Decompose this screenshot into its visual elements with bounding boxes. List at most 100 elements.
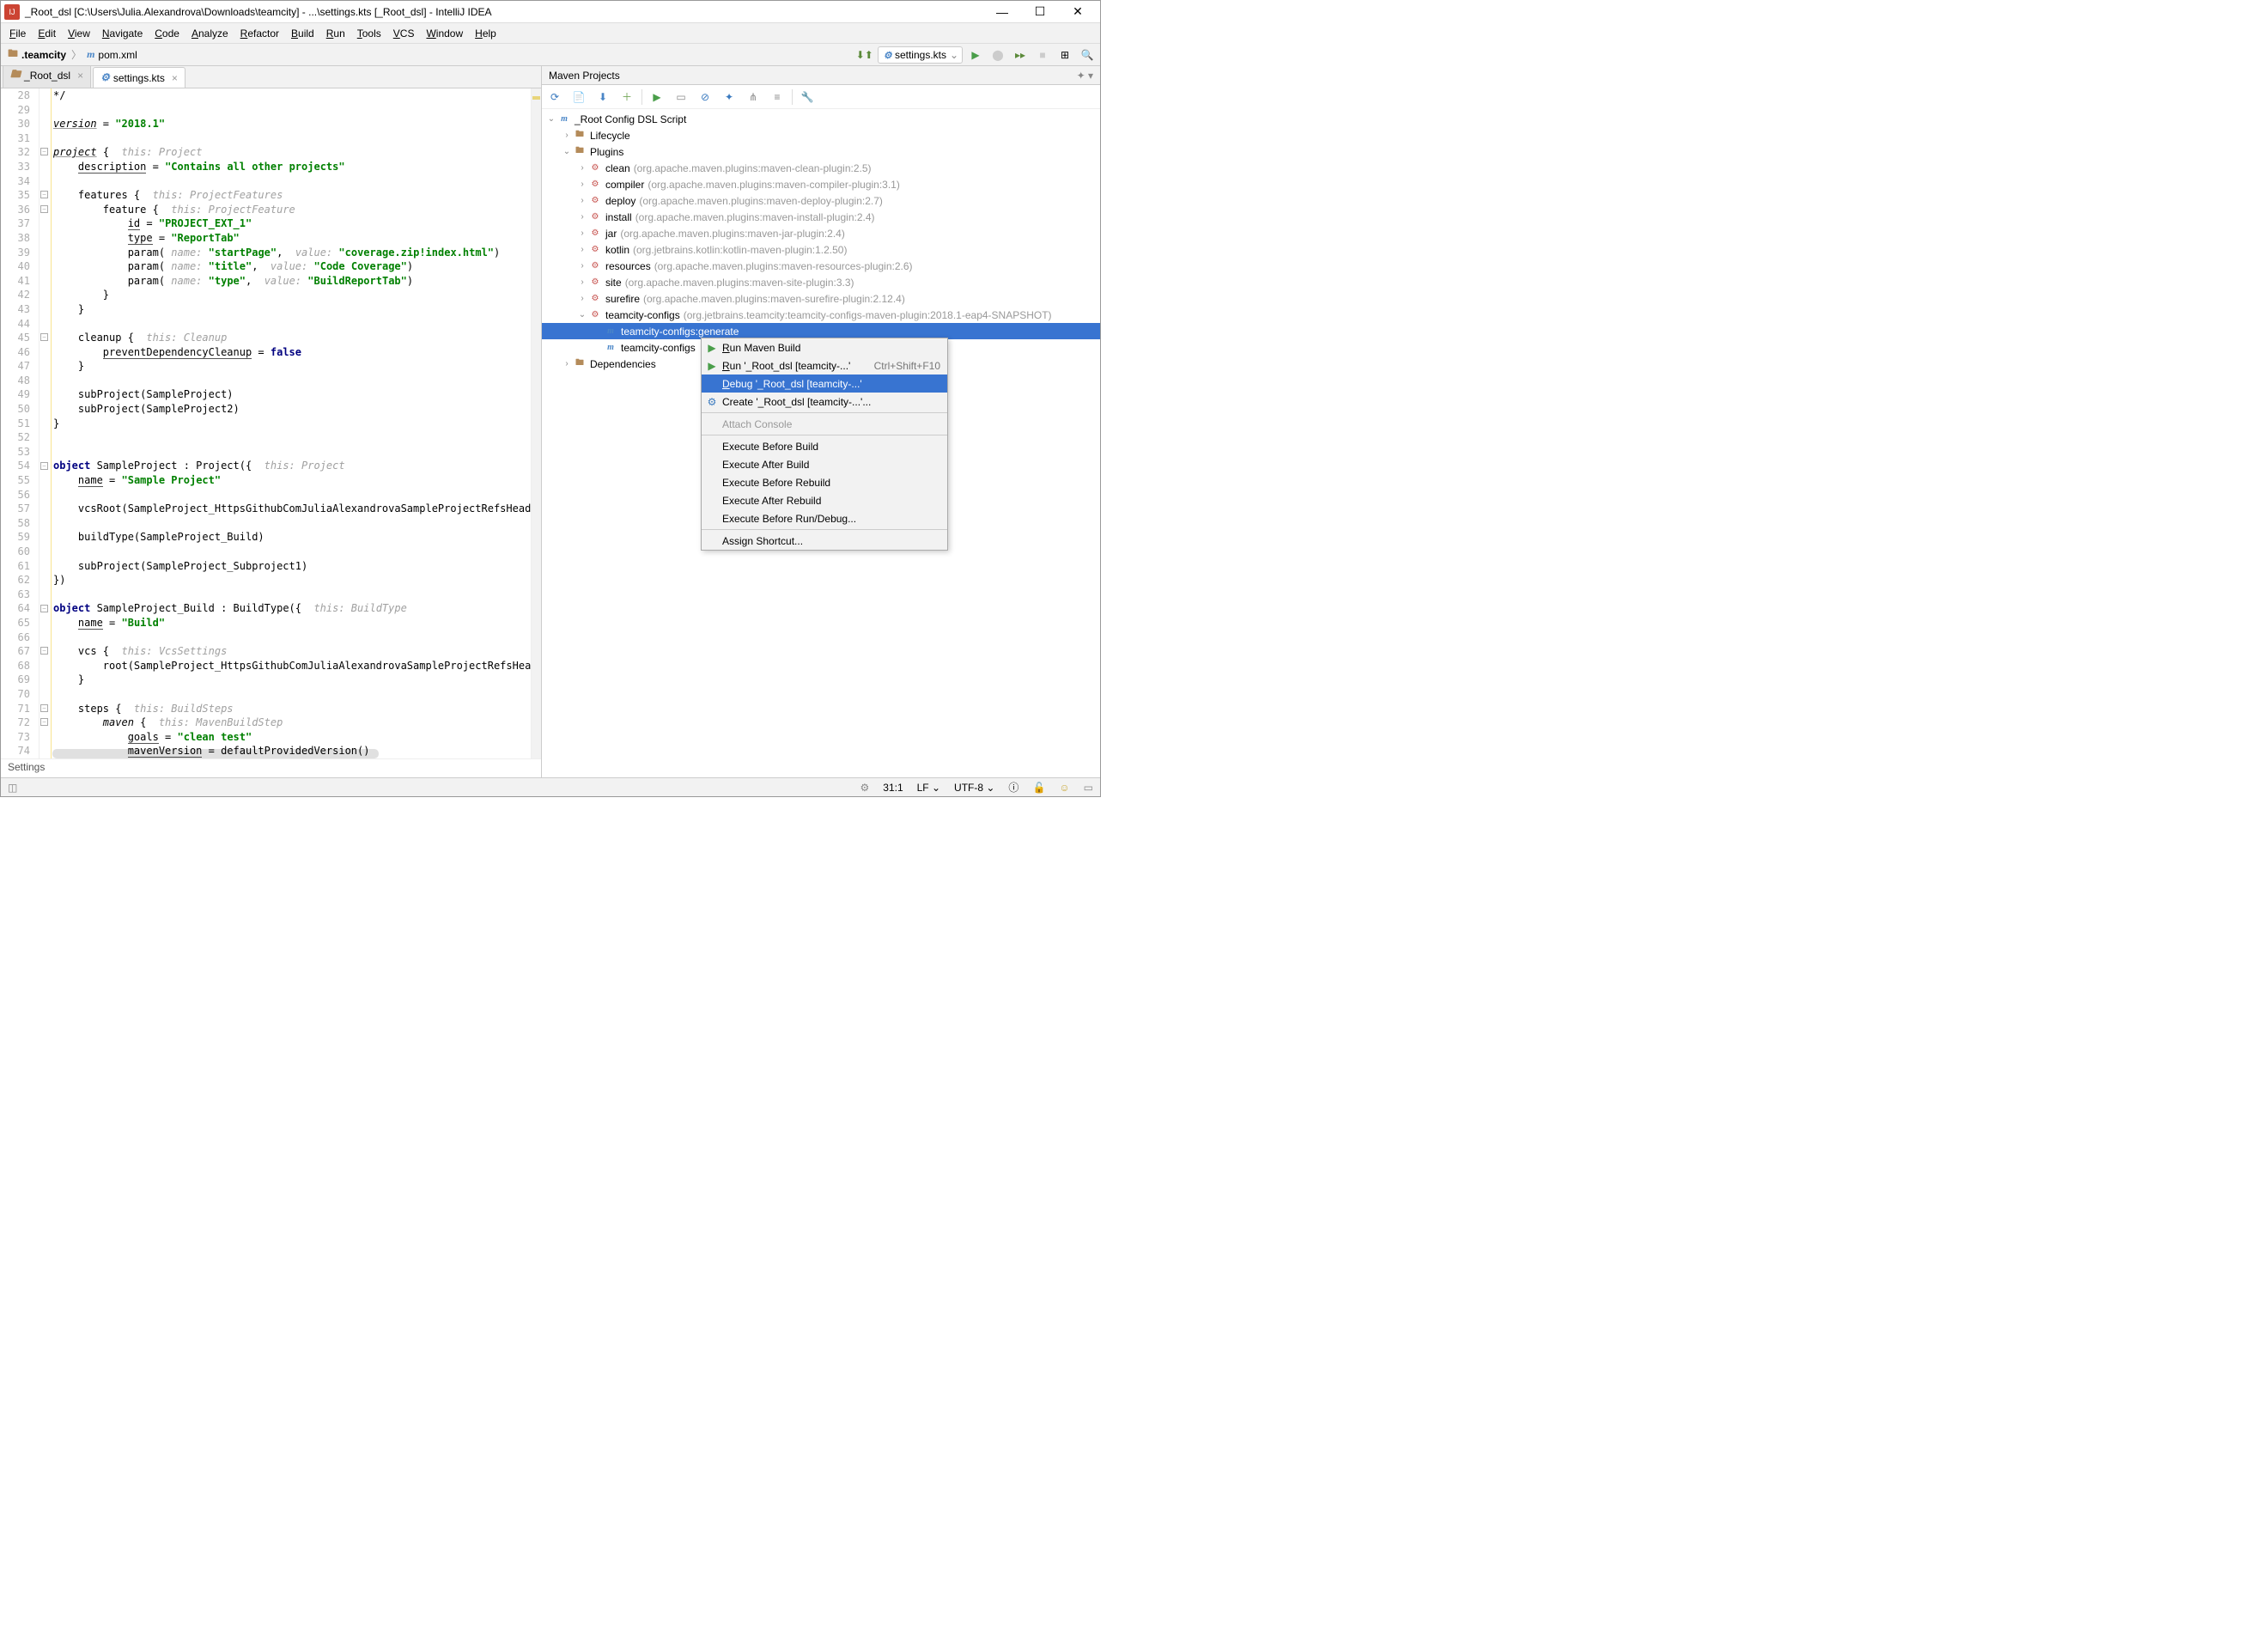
run-button[interactable]: ▶ [966, 46, 985, 64]
add-button[interactable]: ＋ [617, 88, 636, 107]
close-button[interactable]: ✕ [1059, 1, 1097, 23]
line-separator[interactable]: LF ⌄ [917, 782, 940, 794]
code-area[interactable]: */ version = "2018.1" project { this: Pr… [52, 88, 531, 758]
error-stripe[interactable] [531, 88, 541, 758]
tree-row[interactable]: ⌄⚙teamcity-configs(org.jetbrains.teamcit… [542, 307, 1100, 323]
context-menu-item[interactable]: Debug '_Root_dsl [teamcity-...' [702, 375, 947, 393]
tree-row[interactable]: ›⚙kotlin(org.jetbrains.kotlin:kotlin-mav… [542, 241, 1100, 258]
fold-marker-icon[interactable]: − [40, 718, 48, 726]
collapse-button[interactable]: ≡ [768, 88, 787, 107]
search-button[interactable]: 🔍 [1078, 46, 1097, 64]
menu-run[interactable]: Run [321, 26, 350, 41]
breadcrumb-folder[interactable]: 🖿 .teamcity [4, 44, 70, 65]
context-menu-item[interactable]: Execute After Rebuild [702, 491, 947, 509]
tree-row[interactable]: ⌄🖿Plugins [542, 143, 1100, 160]
expand-icon[interactable]: › [576, 261, 588, 271]
editor-breadcrumbs[interactable]: Settings [1, 758, 541, 777]
status-settings-icon[interactable]: ⚙ [860, 782, 870, 794]
expand-icon[interactable]: › [576, 277, 588, 287]
fold-marker-icon[interactable]: − [40, 191, 48, 198]
fold-marker-icon[interactable]: − [40, 205, 48, 213]
close-tab-icon[interactable]: × [172, 72, 178, 84]
expand-icon[interactable]: › [576, 196, 588, 205]
line-gutter[interactable]: 28 29 30 31 32 33 34 35 36 37 38 39 40 4… [1, 88, 40, 758]
tree-row[interactable]: ›⚙compiler(org.apache.maven.plugins:mave… [542, 176, 1100, 192]
context-menu-item[interactable]: ▶Run Maven Build [702, 338, 947, 356]
fold-marker-icon[interactable]: − [40, 704, 48, 712]
run-config-selector[interactable]: ⚙ settings.kts ⌄ [878, 46, 963, 64]
expand-icon[interactable]: › [576, 228, 588, 238]
fold-marker-icon[interactable]: − [40, 462, 48, 470]
generate-sources-button[interactable]: 📄 [569, 88, 588, 107]
menu-tools[interactable]: Tools [352, 26, 386, 41]
expand-icon[interactable]: › [576, 180, 588, 189]
panel-settings-icon[interactable]: ✦ ▾ [1077, 70, 1093, 82]
menu-code[interactable]: Code [149, 26, 185, 41]
notifications-icon[interactable]: ▭ [1084, 782, 1093, 794]
fold-gutter[interactable]: −−−−−−−−− [40, 88, 52, 758]
tree-row[interactable]: ›⚙clean(org.apache.maven.plugins:maven-c… [542, 160, 1100, 176]
tree-row[interactable]: ›⚙jar(org.apache.maven.plugins:maven-jar… [542, 225, 1100, 241]
execute-goal-button[interactable]: ▭ [672, 88, 690, 107]
editor-tab[interactable]: 🖿 _Root_dsl × [3, 66, 91, 88]
reimport-button[interactable]: ⟳ [545, 88, 564, 107]
stop-button[interactable]: ■ [1033, 46, 1052, 64]
context-menu-item[interactable]: Execute Before Run/Debug... [702, 509, 947, 527]
menu-build[interactable]: Build [286, 26, 319, 41]
menu-analyze[interactable]: Analyze [186, 26, 234, 41]
expand-icon[interactable]: ⌄ [545, 114, 557, 124]
tree-row[interactable]: ⌄m_Root Config DSL Script [542, 111, 1100, 127]
close-tab-icon[interactable]: × [77, 70, 83, 82]
caret-position[interactable]: 31:1 [883, 782, 903, 794]
expand-icon[interactable]: › [576, 163, 588, 173]
toggle-offline-button[interactable]: ⊘ [696, 88, 714, 107]
layout-button[interactable]: ⊞ [1055, 46, 1074, 64]
tree-row[interactable]: ›🖿Lifecycle [542, 127, 1100, 143]
fold-marker-icon[interactable]: − [40, 647, 48, 655]
build-button[interactable]: ⬇⬆ [855, 46, 874, 64]
maven-settings-button[interactable]: 🔧 [798, 88, 817, 107]
menu-view[interactable]: View [63, 26, 95, 41]
coverage-button[interactable]: ▸▸ [1011, 46, 1030, 64]
hector-icon[interactable]: ☺ [1059, 782, 1069, 794]
expand-icon[interactable]: › [576, 245, 588, 254]
fold-marker-icon[interactable]: − [40, 605, 48, 612]
maximize-button[interactable]: ☐ [1021, 1, 1059, 23]
expand-icon[interactable]: › [576, 294, 588, 303]
file-encoding[interactable]: UTF-8 ⌄ [954, 782, 994, 794]
menu-refactor[interactable]: Refactor [235, 26, 284, 41]
tree-row[interactable]: ›⚙surefire(org.apache.maven.plugins:mave… [542, 290, 1100, 307]
run-maven-button[interactable]: ▶ [648, 88, 666, 107]
menu-edit[interactable]: Edit [33, 26, 61, 41]
breadcrumb-file[interactable]: m pom.xml [83, 46, 141, 63]
context-icon[interactable]: ⓘ [1008, 780, 1018, 795]
status-icon[interactable]: ◫ [8, 782, 17, 794]
menu-vcs[interactable]: VCS [388, 26, 420, 41]
download-button[interactable]: ⬇ [593, 88, 612, 107]
minimize-button[interactable]: — [983, 1, 1021, 23]
context-menu-item[interactable]: Execute Before Rebuild [702, 473, 947, 491]
editor-tab[interactable]: ⚙ settings.kts × [93, 67, 185, 88]
expand-icon[interactable]: ⌄ [561, 147, 573, 156]
expand-icon[interactable]: › [576, 212, 588, 222]
menu-file[interactable]: File [4, 26, 31, 41]
horizontal-scrollbar[interactable] [52, 749, 379, 758]
expand-icon[interactable]: › [561, 131, 573, 140]
tree-row[interactable]: ›⚙deploy(org.apache.maven.plugins:maven-… [542, 192, 1100, 209]
context-menu-item[interactable]: ▶Run '_Root_dsl [teamcity-...'Ctrl+Shift… [702, 356, 947, 375]
context-menu-item[interactable]: ⚙Create '_Root_dsl [teamcity-...'... [702, 393, 947, 411]
menu-help[interactable]: Help [470, 26, 502, 41]
expand-icon[interactable]: ⌄ [576, 310, 588, 320]
context-menu-item[interactable]: Assign Shortcut... [702, 532, 947, 550]
lock-icon[interactable]: 🔓 [1032, 782, 1045, 794]
menu-navigate[interactable]: Navigate [97, 26, 148, 41]
context-menu-item[interactable]: Execute Before Build [702, 437, 947, 455]
skip-tests-button[interactable]: ✦ [720, 88, 739, 107]
menu-window[interactable]: Window [421, 26, 468, 41]
tree-row[interactable]: ›⚙install(org.apache.maven.plugins:maven… [542, 209, 1100, 225]
expand-icon[interactable]: › [561, 359, 573, 368]
fold-marker-icon[interactable]: − [40, 148, 48, 155]
debug-button[interactable]: ⬤ [988, 46, 1007, 64]
tree-row[interactable]: ›⚙site(org.apache.maven.plugins:maven-si… [542, 274, 1100, 290]
show-deps-button[interactable]: ⋔ [744, 88, 763, 107]
